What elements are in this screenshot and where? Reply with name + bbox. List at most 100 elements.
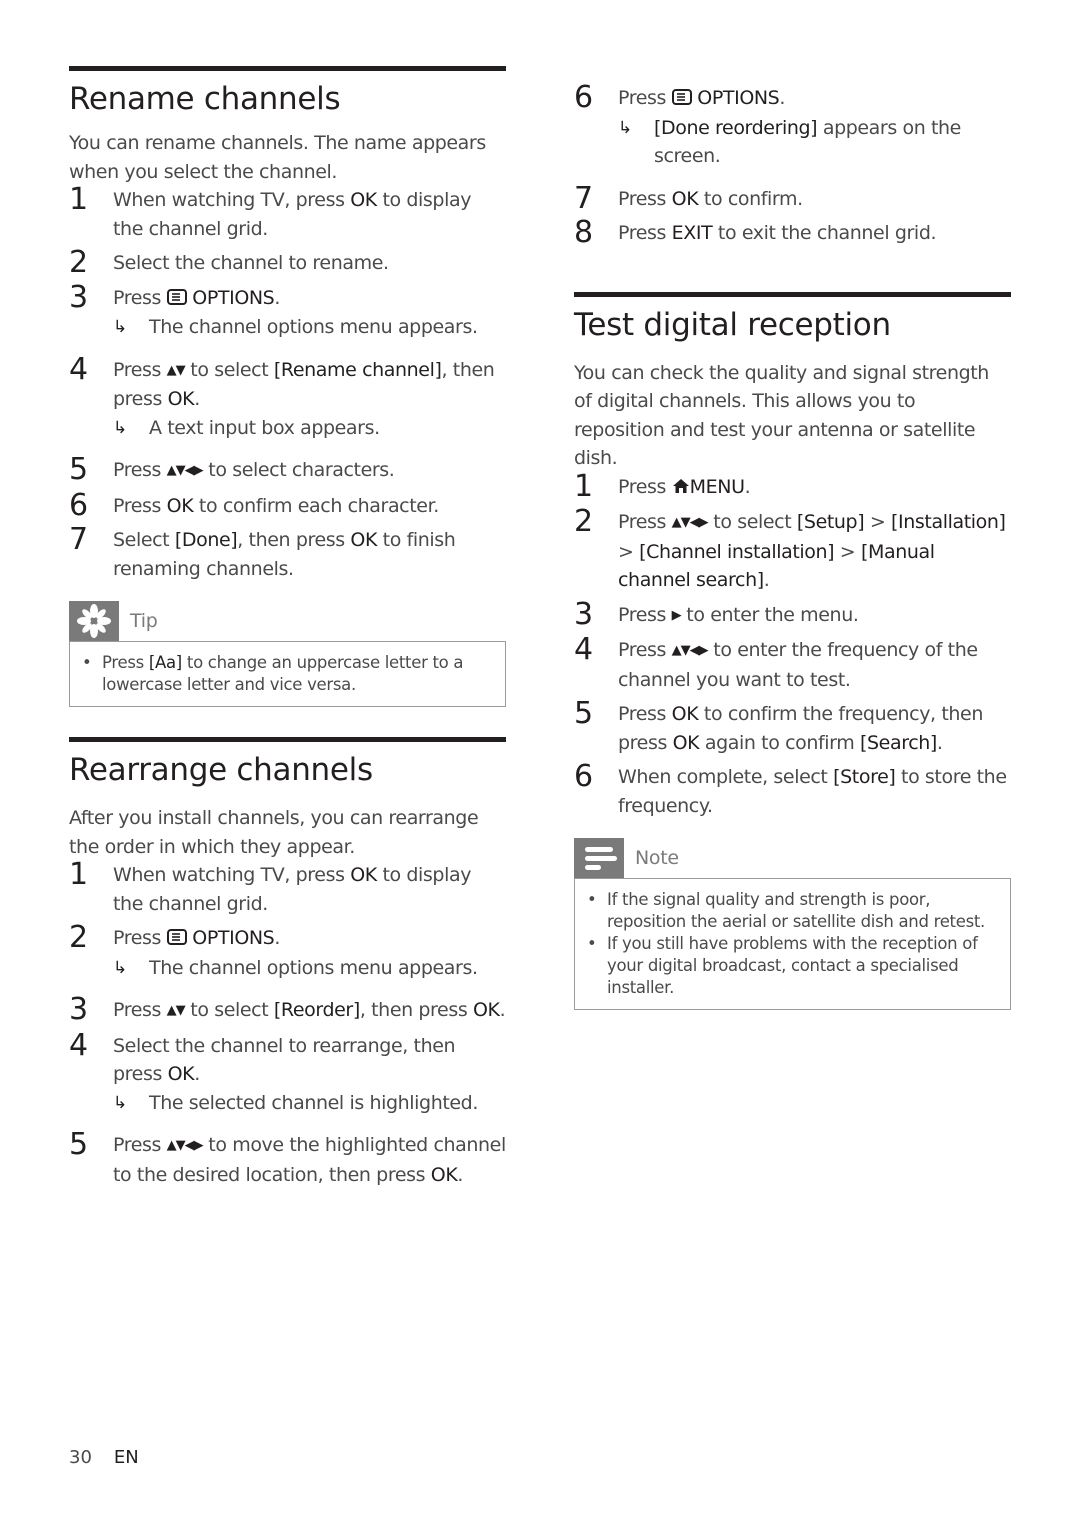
tip-header: Tip: [69, 601, 506, 641]
asterisk-icon: [69, 601, 119, 641]
key-ok: OK: [472, 999, 500, 1021]
tip-item: Press [Aa] to change an uppercase letter…: [82, 652, 495, 696]
rename-heading: Rename channels: [69, 81, 341, 117]
step: 7 Select [Done], then press OK to finish…: [69, 522, 506, 583]
rearrange-heading: Rearrange channels: [69, 752, 373, 788]
punct: .: [779, 87, 785, 109]
nav-arrows-icon: ▲▼◀▶: [671, 515, 709, 530]
step-text: Press: [618, 511, 672, 533]
rename-intro: You can rename channels. The name appear…: [69, 132, 486, 183]
step-number: 7: [69, 522, 88, 557]
note-lines-icon: [574, 838, 624, 878]
tip-callout: Tip Press [Aa] to change an uppercase le…: [69, 601, 506, 707]
step-number: 3: [69, 992, 88, 1027]
step-result: ↳ A text input box appears.: [113, 414, 506, 443]
menu-item: [Done reordering]: [654, 116, 818, 139]
step-text: Press: [113, 459, 167, 481]
key-ok: OK: [671, 703, 699, 725]
menu-item: [Reorder]: [273, 999, 360, 1021]
key-options: OPTIONS: [192, 927, 275, 949]
result-arrow-icon: ↳: [113, 957, 127, 978]
step: 1 Press MENU.: [574, 469, 1011, 504]
result-arrow-icon: ↳: [113, 317, 127, 337]
step-number: 8: [574, 215, 593, 250]
key-aa: [Aa]: [148, 653, 182, 672]
section-rule: [69, 66, 506, 71]
punct: .: [194, 1063, 200, 1085]
step-number: 5: [69, 452, 88, 487]
punct: .: [499, 999, 506, 1021]
menu-item: [Search]: [860, 731, 937, 754]
note-label: Note: [635, 847, 679, 869]
step-number: 6: [69, 487, 88, 523]
step-text: to confirm.: [698, 187, 803, 210]
step: 2 Press ▲▼◀▶ to select [Setup] > [Instal…: [574, 504, 1011, 595]
note-header: Note: [574, 838, 1011, 878]
step: 5 Press OK to confirm the frequency, the…: [574, 696, 1011, 757]
section-rule: [574, 291, 1011, 297]
note-callout: Note If the signal quality and strength …: [574, 838, 1011, 1010]
step: 4 Press ▲▼ to select [Rename channel], t…: [69, 352, 506, 443]
punct: .: [194, 388, 200, 410]
step-text: Press: [113, 358, 167, 381]
page-footer: 30 EN: [69, 1447, 139, 1468]
rename-steps: 1 When watching TV, press OK to display …: [69, 182, 506, 583]
step-text: Select the channel to rename.: [113, 252, 389, 274]
path-separator: >: [834, 540, 861, 563]
step-text: When watching TV, press: [113, 189, 351, 211]
result-text: The selected channel is highlighted.: [149, 1091, 478, 1114]
step-text: When complete, select: [618, 766, 834, 788]
section-rule: [69, 737, 506, 742]
step: 3 Press ▲▼ to select [Reorder], then pre…: [69, 992, 506, 1027]
step-number: 2: [574, 504, 593, 539]
step-number: 7: [574, 180, 593, 216]
result-text: The channel options menu appears.: [149, 316, 478, 338]
key-ok: OK: [430, 1163, 458, 1186]
step-number: 2: [69, 245, 88, 280]
result-arrow-icon: ↳: [113, 1092, 127, 1113]
step-number: 6: [574, 80, 593, 115]
note-item: If you still have problems with the rece…: [587, 933, 1000, 999]
step: 1 When watching TV, press OK to display …: [69, 182, 506, 243]
key-ok: OK: [166, 494, 194, 517]
rearrange-steps-continued: 6 Press OPTIONS. ↳ [Done reordering] appe…: [574, 80, 1011, 250]
key-exit: EXIT: [671, 222, 713, 244]
step: 4 Select the channel to rearrange, then …: [69, 1028, 506, 1118]
step: 5 Press ▲▼◀▶ to select characters.: [69, 452, 506, 487]
punct: .: [457, 1163, 464, 1186]
page-number: 30: [69, 1447, 92, 1468]
step: 2 Press OPTIONS. ↳ The channel options me…: [69, 920, 506, 982]
rearrange-steps: 1 When watching TV, press OK to display …: [69, 857, 506, 1189]
menu-path-item: [Installation]: [891, 511, 1006, 533]
result-arrow-icon: ↳: [113, 417, 127, 438]
path-separator: >: [864, 511, 892, 533]
step-text: to enter the menu.: [680, 603, 859, 626]
step-text: Press: [618, 703, 672, 725]
step: 6 Press OPTIONS. ↳ [Done reordering] appe…: [574, 80, 1011, 171]
step-text: to confirm each character.: [193, 494, 439, 517]
step-result: ↳ The selected channel is highlighted.: [113, 1089, 506, 1118]
step-number: 1: [574, 468, 593, 504]
step-text: to select: [184, 999, 274, 1021]
step-text: When watching TV, press: [113, 864, 351, 886]
step-text: Select the channel to rearrange, then pr…: [113, 1034, 456, 1086]
left-column: Rename channels You can rename channels.…: [69, 0, 506, 1189]
step: 3 Press ▶ to enter the menu.: [574, 597, 1011, 632]
step-number: 5: [574, 696, 593, 731]
step: 3 Press OPTIONS. ↳ The channel options me…: [69, 280, 506, 342]
menu-item: [Done]: [174, 529, 238, 551]
step-result: ↳ The channel options menu appears.: [113, 313, 506, 342]
menu-item: [Store]: [833, 766, 896, 788]
options-button-icon: [166, 285, 187, 314]
step-text: Select: [113, 529, 175, 551]
step-number: 4: [574, 632, 593, 667]
step: 8 Press EXIT to exit the channel grid.: [574, 215, 1011, 250]
result-text: The channel options menu appears.: [149, 956, 478, 979]
step-text: to exit the channel grid.: [712, 222, 937, 244]
language-code: EN: [113, 1447, 139, 1468]
key-ok: OK: [672, 731, 700, 754]
step-text: to select characters.: [202, 459, 395, 481]
step-text: again to confirm: [699, 731, 860, 754]
test-heading: Test digital reception: [574, 306, 891, 343]
tip-box: Press [Aa] to change an uppercase letter…: [69, 641, 506, 707]
